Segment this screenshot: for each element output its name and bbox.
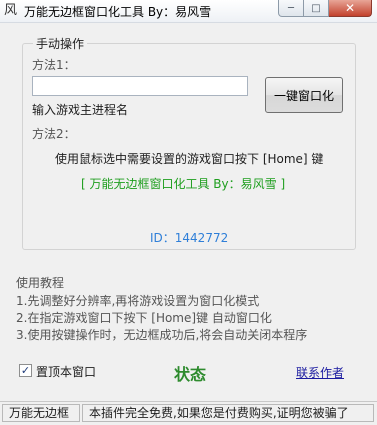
manual-operation-legend: 手动操作 — [33, 35, 88, 52]
topmost-label[interactable]: 置顶本窗口 — [36, 363, 96, 380]
brand-line: [ 万能无边框窗口化工具 By：易风雪 ] — [81, 177, 286, 191]
windowize-button[interactable]: 一键窗口化 — [265, 77, 343, 113]
method2-description: 使用鼠标选中需要设置的游戏窗口按下 [Home] 键 — [55, 152, 324, 166]
tutorial-step-1: 1.先调整好分辨率,再将游戏设置为窗口化模式 — [16, 294, 260, 308]
tutorial-heading: 使用教程 — [16, 276, 65, 290]
close-button[interactable]: ✕ — [329, 0, 372, 17]
method2-label: 方法2： — [32, 127, 76, 141]
maximize-button[interactable]: □ — [304, 0, 329, 17]
statusbar-pane-name: 万能无边框 — [2, 404, 80, 422]
method1-label: 方法1： — [32, 58, 76, 72]
checkmark-icon: ✓ — [20, 364, 31, 377]
tutorial-step-2: 2.在指定游戏窗口下按下 [Home]键 自动窗口化 — [16, 311, 272, 325]
topmost-checkbox[interactable]: ✓ — [19, 364, 32, 377]
status-bar: 万能无边框 本插件完全免费,如果您是付费购买,证明您被骗了 — [0, 401, 377, 425]
minimize-icon: ─ — [287, 2, 295, 14]
id-text: ID：1442772 — [150, 231, 229, 245]
tutorial-step-3: 3.使用按键操作时，无边框成功后,将会自动关闭本程序 — [16, 328, 308, 342]
app-icon: 风 — [4, 3, 18, 18]
process-name-input[interactable] — [32, 76, 248, 96]
statusbar-pane-notice: 本插件完全免费,如果您是付费购买,证明您被骗了 — [82, 404, 374, 422]
close-icon: ✕ — [344, 1, 356, 15]
maximize-icon: □ — [311, 2, 321, 14]
contact-author-link[interactable]: 联系作者 — [296, 364, 344, 381]
process-name-hint: 输入游戏主进程名 — [32, 103, 129, 117]
manual-operation-group — [22, 43, 356, 250]
window-controls: ─ □ ✕ — [278, 0, 372, 18]
window-title: 万能无边框窗口化工具 By：易风雪 — [24, 5, 212, 19]
title-bar[interactable]: 风 万能无边框窗口化工具 By：易风雪 ─ □ ✕ — [0, 0, 377, 23]
status-label: 状态 — [174, 365, 207, 384]
minimize-button[interactable]: ─ — [278, 0, 304, 17]
